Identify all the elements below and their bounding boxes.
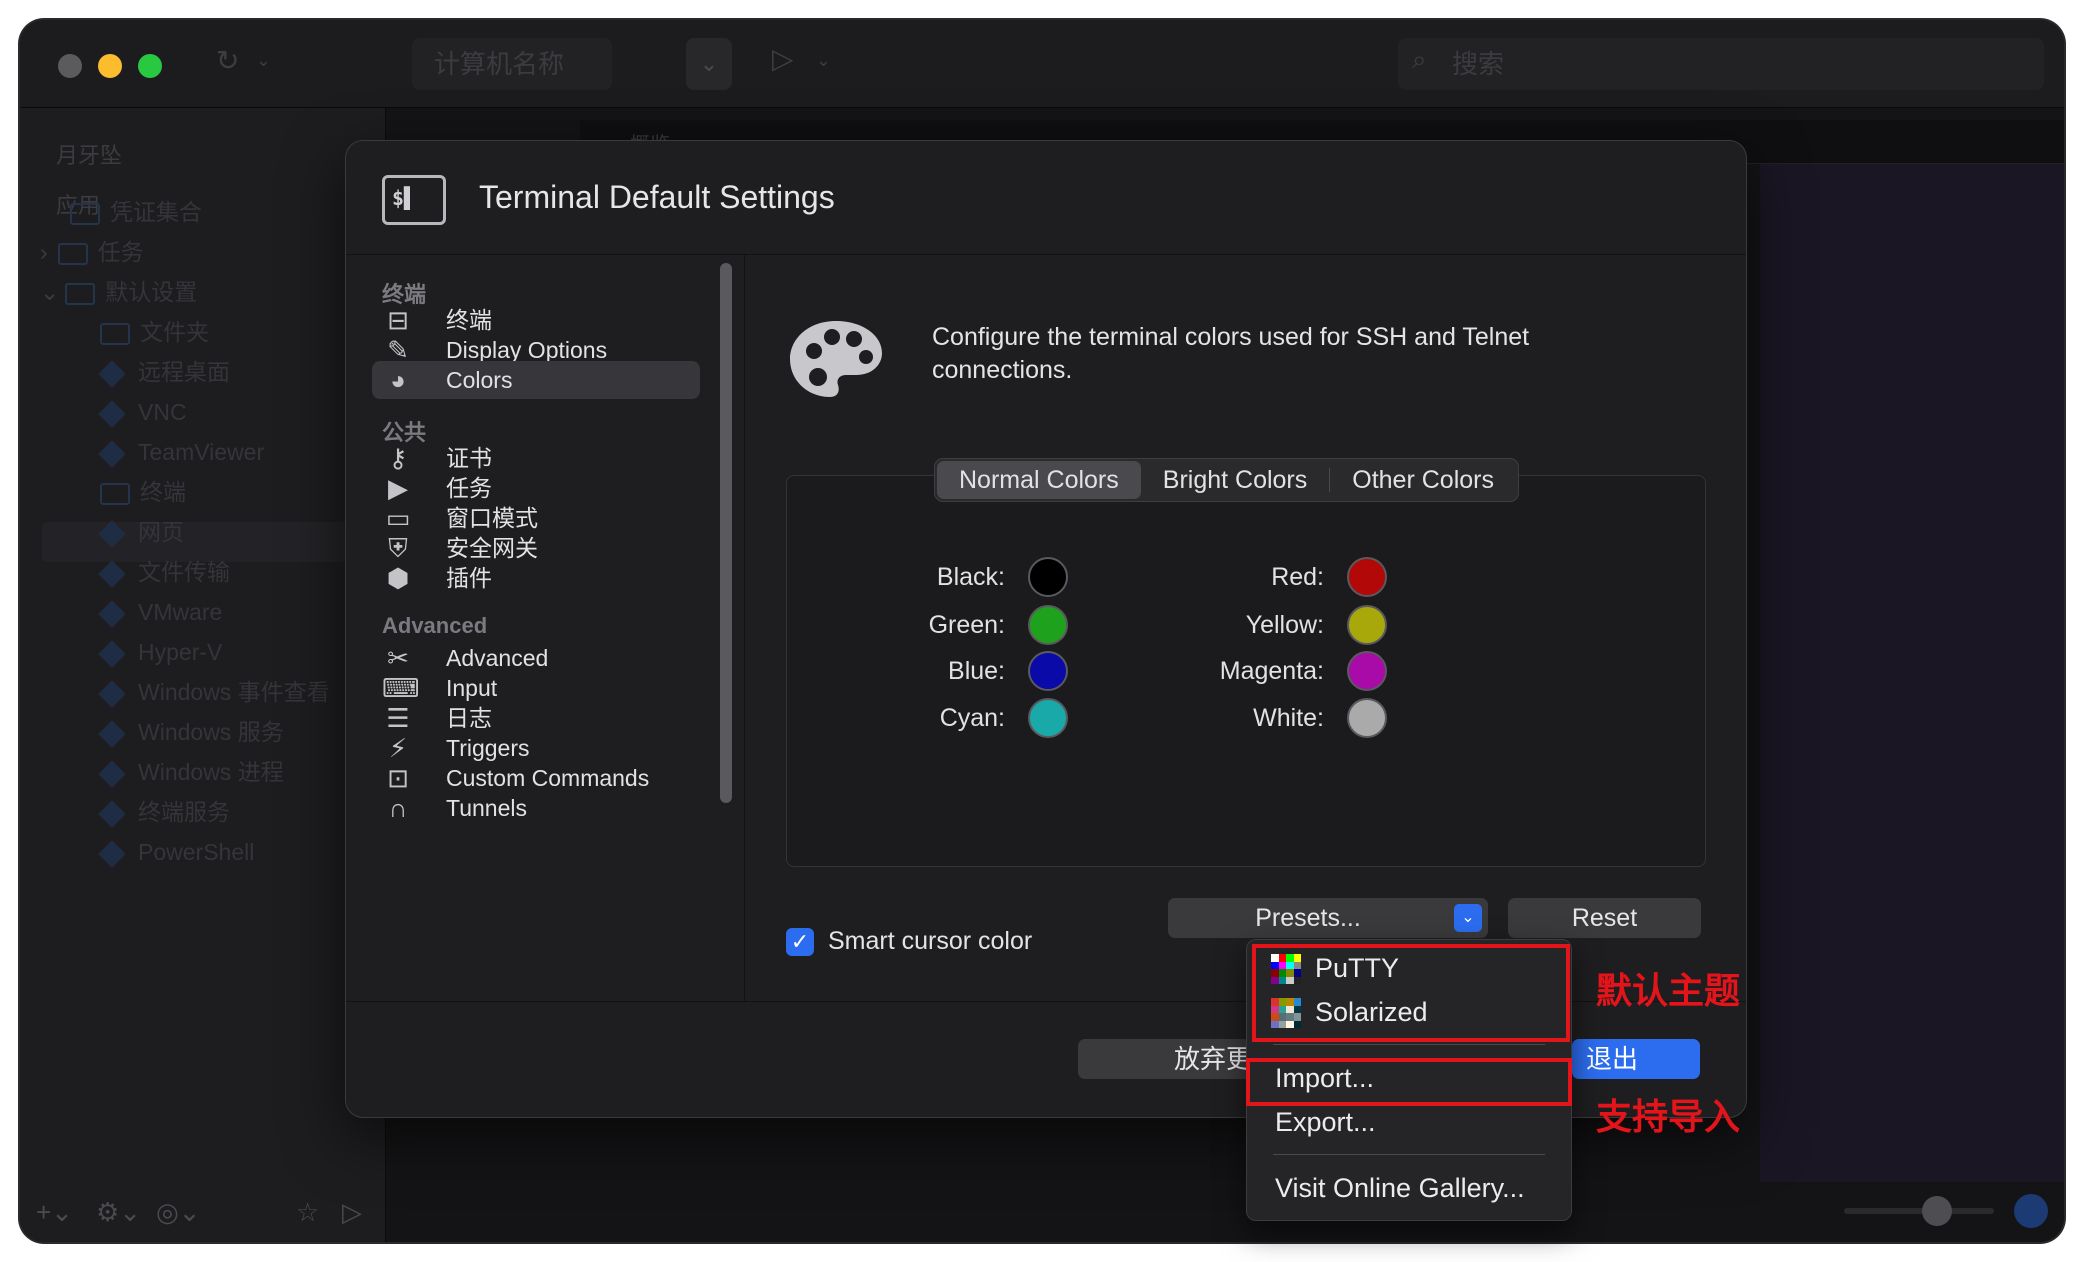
cube-icon: ⬢ [386,563,410,593]
title-bar: ↻ ⌄ 计算机名称 ⌄ ▷ ⌄ 搜索 ⌕ [20,20,2064,108]
search-icon[interactable] [2014,1194,2048,1228]
sidebar-item-vmware[interactable]: VMware [98,592,222,632]
tab-bright-colors[interactable]: Bright Colors [1141,461,1330,499]
nav-item-plugins[interactable]: ⬢ 插件 [372,559,700,597]
annotation-box-default-themes [1252,944,1570,1042]
sidebar-item-credentials[interactable]: 凭证集合 [70,192,202,232]
nav-item-tunnels[interactable]: ∩ Tunnels [372,789,700,827]
add-icon[interactable]: +⌄ [36,1197,73,1228]
sidebar-item-services[interactable]: Windows 服务 [98,712,284,752]
palette-icon [790,321,882,397]
color-label-white: White: [1253,704,1324,732]
sidebar-item-rdp[interactable]: 远程桌面 [98,352,230,392]
color-label-black: Black: [936,563,1005,591]
colors-description: Configure the terminal colors used for S… [932,323,1530,384]
play-icon[interactable]: ▷ [342,1197,362,1228]
zoom-slider-track[interactable] [1844,1208,1994,1214]
tab-other-colors[interactable]: Other Colors [1330,461,1516,499]
sidebar-item-tasks[interactable]: › 任务 [40,232,144,272]
dialog-header: $▌ Terminal Default Settings [346,141,1746,255]
sidebar-item-vnc[interactable]: VNC [98,392,187,432]
refresh-icon[interactable]: ↻ [216,44,239,77]
menu-item-export[interactable]: Export... [1247,1102,1571,1142]
colors-pane: Configure the terminal colors used for S… [746,255,1746,1001]
tab-normal-colors[interactable]: Normal Colors [937,461,1141,499]
sidebar-item-web[interactable]: 网页 [98,512,184,552]
color-swatch-cyan[interactable] [1028,698,1068,738]
nav-section-advanced: Advanced [382,613,488,638]
chevron-down-icon: ⌄ [1454,904,1482,932]
annotation-import-support: 支持导入 [1596,1096,1741,1137]
search-field[interactable]: 搜索 [1398,38,2044,90]
color-swatch-blue[interactable] [1028,651,1068,691]
sidebar-item-defaults[interactable]: ⌄ 默认设置 [40,272,197,312]
account-name: 月牙坠 [56,143,123,168]
smart-cursor-checkbox[interactable]: ✓ [786,928,814,956]
sidebar-item-hyperv[interactable]: Hyper-V [98,632,222,672]
terminal-icon: $▌ [382,175,446,225]
exit-button[interactable]: 退出 [1572,1039,1700,1079]
chevron-down-icon[interactable]: ⌄ [816,50,831,71]
sidebar-item-processes[interactable]: Windows 进程 [98,752,284,792]
minimize-window-button[interactable] [98,54,122,78]
nav-scrollbar[interactable] [720,263,732,803]
gear-icon[interactable]: ⚙⌄ [96,1197,141,1228]
annotation-box-import [1246,1058,1572,1106]
color-swatch-black[interactable] [1028,557,1068,597]
computer-name-dropdown[interactable]: ⌄ [686,38,732,90]
sidebar: 月牙坠 应用 凭证集合 › 任务 ⌄ 默认设置 文件夹 远程桌面 VNC TeamV… [20,108,386,1242]
color-swatch-green[interactable] [1028,605,1068,645]
color-swatch-yellow[interactable] [1347,605,1387,645]
sidebar-item-folder[interactable]: 文件夹 [100,312,209,352]
zoom-slider-knob[interactable] [1922,1196,1952,1226]
sidebar-item-powershell[interactable]: PowerShell [98,832,254,872]
discard-button[interactable]: 放弃更 [1078,1039,1258,1079]
palette-icon: ◕ [390,365,406,395]
play-icon[interactable]: ▷ [772,42,794,75]
zoom-window-button[interactable] [138,54,162,78]
reset-button[interactable]: Reset [1508,898,1701,938]
dialog-title: Terminal Default Settings [479,179,835,215]
settings-nav: 终端 ⊟ 终端 ✎ Display Options ◕ Colors 公共 ⚷ 证书 ▶… [346,255,736,1001]
sidebar-item-terminal-services[interactable]: 终端服务 [98,792,230,832]
presets-popup-button[interactable]: Presets... ⌄ [1168,898,1488,938]
menu-item-visit-gallery[interactable]: Visit Online Gallery... [1247,1168,1571,1208]
search-icon: ⌕ [1412,44,1427,74]
computer-name-field[interactable]: 计算机名称 [412,38,612,90]
color-label-green: Green: [928,611,1005,639]
annotation-default-themes: 默认主题 [1596,970,1741,1011]
color-swatch-red[interactable] [1347,557,1387,597]
sidebar-item-event-viewer[interactable]: Windows 事件查看 [98,672,330,712]
tunnel-icon: ∩ [388,793,408,823]
chevron-down-icon[interactable]: ⌄ [256,50,271,71]
smart-cursor-label: Smart cursor color [828,927,1033,955]
color-label-red: Red: [1271,563,1324,591]
close-window-button[interactable] [58,54,82,78]
color-swatch-magenta[interactable] [1347,651,1387,691]
color-label-yellow: Yellow: [1245,611,1324,639]
bottom-bar: +⌄ ⚙⌄ ◎⌄ ☆ ▷ [20,1182,2064,1242]
sidebar-item-terminal[interactable]: 终端 [100,472,186,512]
color-label-magenta: Magenta: [1219,657,1324,685]
color-swatch-white[interactable] [1347,698,1387,738]
sidebar-item-file-transfer[interactable]: 文件传输 [98,552,230,592]
nav-item-colors[interactable]: ◕ Colors [372,361,700,399]
connect-icon[interactable]: ◎⌄ [156,1197,200,1228]
sidebar-item-teamviewer[interactable]: TeamViewer [98,432,264,472]
color-label-cyan: Cyan: [939,704,1005,732]
color-tabs: Normal Colors Bright Colors Other Colors [934,458,1519,502]
star-icon[interactable]: ☆ [296,1197,319,1228]
color-label-blue: Blue: [948,657,1005,685]
main-content-area [1760,164,2064,1182]
